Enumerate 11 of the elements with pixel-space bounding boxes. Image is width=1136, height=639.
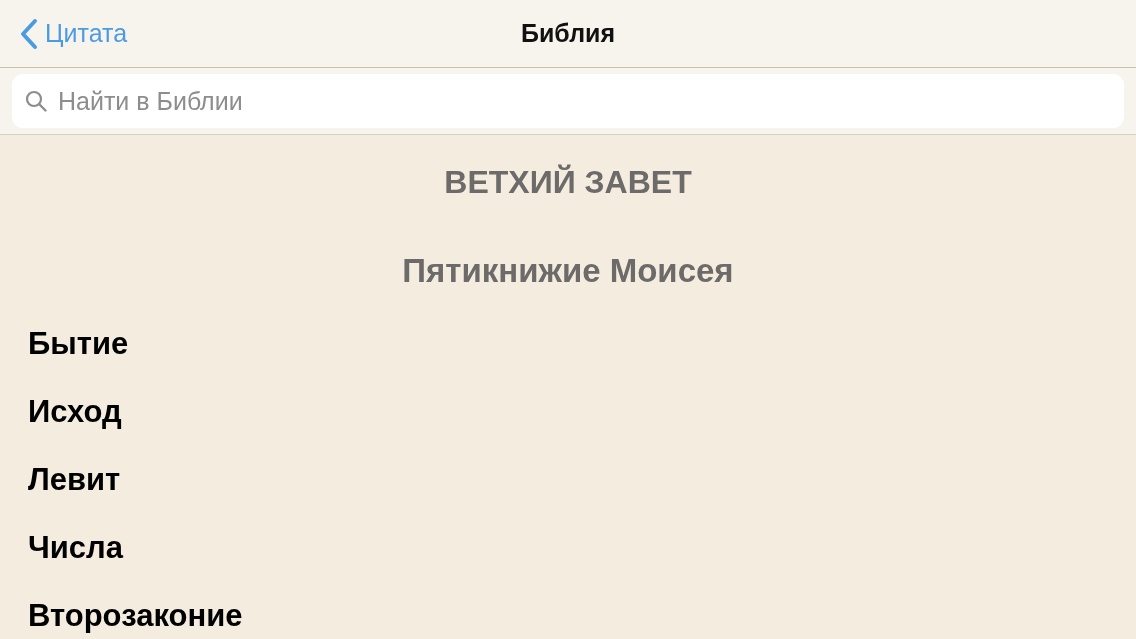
book-list-item[interactable]: Второзаконие xyxy=(0,582,1136,639)
chevron-left-icon xyxy=(20,17,38,50)
book-list-item[interactable]: Левит xyxy=(0,446,1136,514)
search-field[interactable]: Найти в Библии xyxy=(12,74,1124,128)
section-header: ВЕТХИЙ ЗАВЕТ xyxy=(443,163,693,202)
book-list-item[interactable]: Числа xyxy=(0,514,1136,582)
nav-title: Библия xyxy=(521,17,615,49)
book-list-item[interactable]: Исход xyxy=(0,378,1136,446)
search-icon xyxy=(25,90,47,112)
group-header: Пятикнижие Моисея xyxy=(401,251,735,291)
book-list-item[interactable]: Бытие xyxy=(0,310,1136,378)
